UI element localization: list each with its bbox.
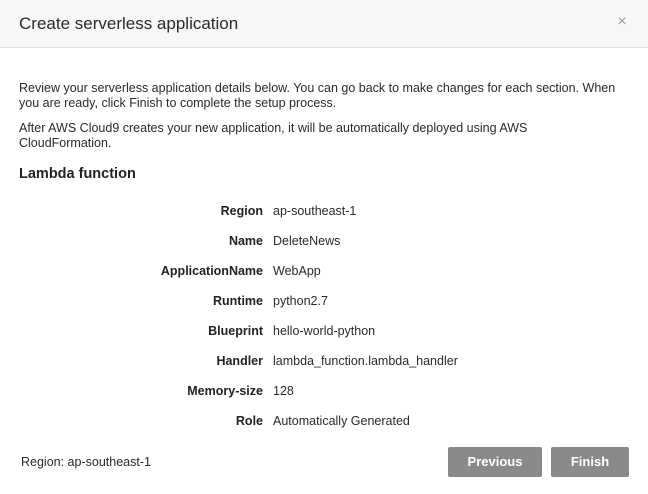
detail-key: Blueprint	[208, 324, 263, 338]
detail-row-role: Role Automatically Generated	[0, 412, 648, 430]
previous-button[interactable]: Previous	[448, 447, 542, 477]
detail-key: Role	[235, 414, 263, 428]
dialog-body: Review your serverless application detai…	[19, 81, 619, 183]
dialog-header: Create serverless application ×	[0, 0, 648, 48]
detail-key: ApplicationName	[160, 264, 263, 278]
footer-region-label: Region: ap-southeast-1	[21, 455, 151, 469]
detail-row-applicationname: ApplicationName WebApp	[0, 262, 648, 280]
detail-value: DeleteNews	[273, 234, 341, 248]
finish-button[interactable]: Finish	[551, 447, 629, 477]
detail-value: ap-southeast-1	[273, 204, 357, 218]
dialog-title: Create serverless application	[19, 14, 239, 33]
deploy-note: After AWS Cloud9 creates your new applic…	[19, 121, 528, 150]
lambda-section-title: Lambda function	[19, 166, 136, 182]
detail-value: WebApp	[273, 264, 321, 278]
detail-row-handler: Handler lambda_function.lambda_handler	[0, 352, 648, 370]
close-icon[interactable]: ×	[615, 13, 629, 31]
detail-key: Region	[220, 204, 263, 218]
detail-key: Handler	[216, 354, 263, 368]
create-serverless-dialog: Create serverless application × Review y…	[0, 0, 648, 494]
detail-row-region: Region ap-southeast-1	[0, 202, 648, 220]
detail-value: Automatically Generated	[273, 414, 410, 428]
detail-value: 128	[273, 384, 294, 398]
detail-key: Runtime	[213, 294, 263, 308]
detail-value: python2.7	[273, 294, 328, 308]
detail-value: hello-world-python	[273, 324, 376, 338]
detail-value: lambda_function.lambda_handler	[273, 354, 458, 368]
detail-row-name: Name DeleteNews	[0, 232, 648, 250]
detail-row-blueprint: Blueprint hello-world-python	[0, 322, 648, 340]
detail-row-runtime: Runtime python2.7	[0, 292, 648, 310]
detail-row-memory-size: Memory-size 128	[0, 382, 648, 400]
review-instructions: Review your serverless application detai…	[19, 81, 616, 110]
detail-key: Memory-size	[187, 384, 263, 398]
detail-key: Name	[228, 234, 263, 248]
